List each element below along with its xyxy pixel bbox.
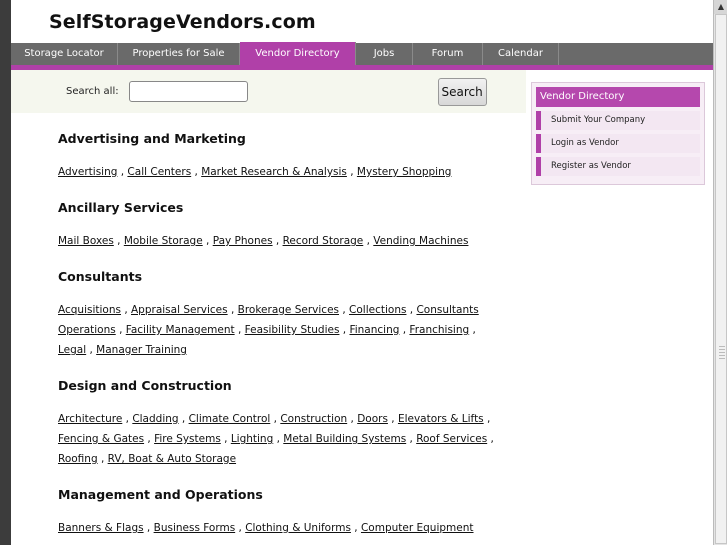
search-button[interactable]: Search (437, 77, 487, 106)
vertical-scrollbar[interactable]: ▲ (713, 0, 727, 545)
category-link[interactable]: Call Centers (127, 166, 191, 178)
nav-tab-jobs[interactable]: Jobs (356, 43, 413, 65)
sidebar-title: Vendor Directory (536, 87, 700, 107)
category-title: Advertising and Marketing (58, 131, 246, 146)
nav-tab-forum[interactable]: Forum (413, 43, 483, 65)
category-section: Ancillary Services Mail Boxes , Mobile St… (11, 200, 526, 251)
category-link[interactable]: Feasibility Studies (245, 324, 340, 336)
nav-tab-storage-locator[interactable]: Storage Locator (11, 43, 118, 65)
category-links: Banners & Flags , Business Forms , Cloth… (58, 522, 474, 534)
browser-viewport: SelfStorageVendors.com Storage Locator P… (0, 0, 727, 545)
category-section: Management and Operations Banners & Flags… (11, 487, 526, 538)
category-link[interactable]: Clothing & Uniforms (245, 522, 351, 534)
category-link[interactable]: RV, Boat & Auto Storage (108, 453, 236, 465)
category-link[interactable]: Metal Building Systems (283, 433, 406, 445)
search-input[interactable] (128, 81, 248, 102)
category-link[interactable]: Mystery Shopping (357, 166, 452, 178)
site-header: SelfStorageVendors.com (11, 0, 713, 43)
category-link[interactable]: Financing (349, 324, 399, 336)
page-frame: SelfStorageVendors.com Storage Locator P… (11, 0, 713, 545)
vendor-sidebar: Vendor Directory Submit Your Company Log… (531, 82, 705, 185)
category-link[interactable]: Banners & Flags (58, 522, 144, 534)
scroll-grip-icon (719, 346, 725, 360)
category-link[interactable]: Roofing (58, 453, 98, 465)
category-link[interactable]: Elevators & Lifts (398, 413, 484, 425)
category-section: Advertising and Marketing Advertising , C… (11, 131, 526, 182)
category-link[interactable]: Mobile Storage (124, 235, 203, 247)
category-link[interactable]: Construction (280, 413, 347, 425)
category-section: Design and Construction Architecture , Cl… (11, 378, 526, 469)
main-nav: Storage Locator Properties for Sale Vend… (11, 42, 713, 68)
category-link[interactable]: Pay Phones (213, 235, 273, 247)
category-section: Consultants Acquisitions , Appraisal Serv… (11, 269, 526, 360)
category-link[interactable]: Collections (349, 304, 406, 316)
category-links: Architecture , Cladding , Climate Contro… (58, 413, 494, 465)
category-links: Acquisitions , Appraisal Services , Brok… (58, 304, 479, 356)
category-link[interactable]: Market Research & Analysis (201, 166, 347, 178)
category-link[interactable]: Vending Machines (373, 235, 468, 247)
category-links: Mail Boxes , Mobile Storage , Pay Phones… (58, 235, 469, 247)
search-label: Search all: (66, 86, 119, 97)
category-link[interactable]: Fire Systems (154, 433, 221, 445)
category-link[interactable]: Record Storage (283, 235, 364, 247)
nav-tab-properties-for-sale[interactable]: Properties for Sale (118, 43, 240, 65)
category-link[interactable]: Lighting (231, 433, 273, 445)
category-link[interactable]: Cladding (132, 413, 178, 425)
category-title: Ancillary Services (58, 200, 184, 215)
scroll-thumb[interactable] (715, 14, 727, 544)
search-bar: Search all: Search (11, 70, 526, 113)
scroll-up-arrow-icon[interactable]: ▲ (714, 0, 727, 14)
site-title[interactable]: SelfStorageVendors.com (49, 11, 713, 33)
category-link[interactable]: Mail Boxes (58, 235, 114, 247)
main-content: Search all: Search Advertising and Marke… (11, 70, 526, 538)
category-link[interactable]: Doors (357, 413, 388, 425)
sidebar-item-submit-company[interactable]: Submit Your Company (536, 111, 700, 130)
category-link[interactable]: Climate Control (189, 413, 271, 425)
category-link[interactable]: Franchising (409, 324, 469, 336)
category-link[interactable]: Advertising (58, 166, 117, 178)
category-links: Advertising , Call Centers , Market Rese… (58, 166, 452, 178)
category-list: Advertising and Marketing Advertising , C… (11, 131, 526, 538)
category-link[interactable]: Computer Equipment (361, 522, 474, 534)
sidebar-item-register-vendor[interactable]: Register as Vendor (536, 157, 700, 176)
category-link[interactable]: Fencing & Gates (58, 433, 144, 445)
category-link[interactable]: Acquisitions (58, 304, 121, 316)
category-link[interactable]: Brokerage Services (238, 304, 339, 316)
category-link[interactable]: Facility Management (126, 324, 235, 336)
category-link[interactable]: Legal (58, 344, 86, 356)
category-link[interactable]: Architecture (58, 413, 122, 425)
category-link[interactable]: Appraisal Services (131, 304, 228, 316)
category-link[interactable]: Roof Services (416, 433, 487, 445)
category-link[interactable]: Manager Training (96, 344, 187, 356)
category-link[interactable]: Business Forms (154, 522, 236, 534)
category-title: Design and Construction (58, 378, 232, 393)
sidebar-item-login-vendor[interactable]: Login as Vendor (536, 134, 700, 153)
nav-tab-calendar[interactable]: Calendar (483, 43, 559, 65)
category-title: Management and Operations (58, 487, 263, 502)
category-title: Consultants (58, 269, 143, 284)
